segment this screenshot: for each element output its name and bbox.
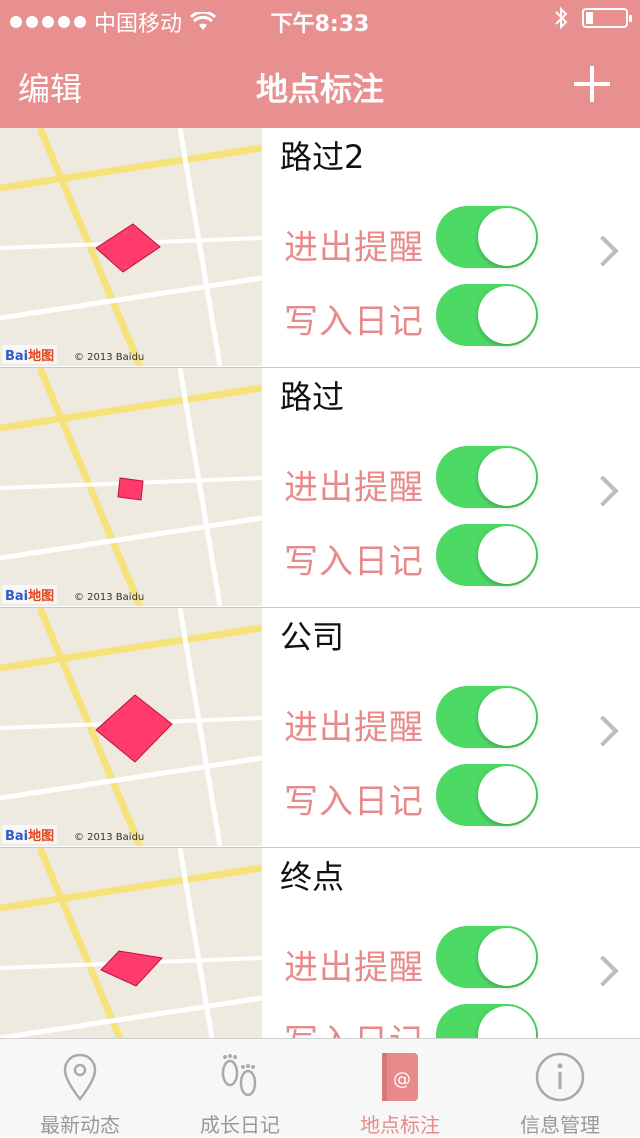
diary-toggle[interactable] bbox=[436, 284, 538, 346]
svg-text:@: @ bbox=[393, 1069, 411, 1090]
footprints-icon bbox=[221, 1054, 257, 1097]
baidu-logo: Bai地图 bbox=[2, 585, 58, 604]
tab-label: 信息管理 bbox=[520, 1113, 600, 1137]
toggle-knob bbox=[478, 208, 536, 266]
toggle-knob bbox=[478, 286, 536, 344]
diary-toggle[interactable] bbox=[436, 764, 538, 826]
tab-latest[interactable]: 最新动态 bbox=[0, 1039, 160, 1137]
at-book-icon: @ bbox=[382, 1053, 418, 1101]
map-thumbnail: Bai地图 © 2013 Baidu bbox=[0, 608, 262, 846]
map-thumbnail: Bai地图 © 2013 Baidu bbox=[0, 368, 262, 606]
reminder-toggle[interactable] bbox=[436, 686, 538, 748]
map-copyright: © 2013 Baidu bbox=[74, 352, 145, 363]
diary-toggle[interactable] bbox=[436, 524, 538, 586]
map-copyright: © 2013 Baidu bbox=[74, 592, 145, 603]
toggle-knob bbox=[478, 1006, 536, 1038]
reminder-label: 进出提醒 bbox=[284, 708, 424, 748]
location-row[interactable]: Bai地图 © 2013 Baidu 公司 进出提醒 写入日记 bbox=[0, 608, 640, 848]
toggle-knob bbox=[478, 526, 536, 584]
location-row[interactable]: Bai地图 © 2013 Baidu 终点 进出提醒 写入日记 bbox=[0, 848, 640, 1038]
toggle-knob bbox=[478, 928, 536, 986]
tab-diary[interactable]: 成长日记 bbox=[160, 1039, 320, 1137]
map-graphic bbox=[0, 608, 262, 846]
map-graphic bbox=[0, 128, 262, 366]
chevron-right-icon[interactable] bbox=[587, 235, 619, 267]
tab-info[interactable]: 信息管理 bbox=[480, 1039, 640, 1137]
toggle-knob bbox=[478, 688, 536, 746]
chevron-right-icon[interactable] bbox=[587, 715, 619, 747]
toggle-knob bbox=[478, 766, 536, 824]
location-row[interactable]: Bai地图 © 2013 Baidu 路过2 进出提醒 写入日记 bbox=[0, 128, 640, 368]
map-thumbnail: Bai地图 © 2013 Baidu bbox=[0, 128, 262, 366]
battery-icon bbox=[582, 8, 632, 28]
tab-label: 成长日记 bbox=[200, 1113, 280, 1137]
map-graphic bbox=[0, 368, 262, 606]
chevron-right-icon[interactable] bbox=[587, 475, 619, 507]
status-time: 下午8:33 bbox=[270, 12, 370, 37]
diary-label: 写入日记 bbox=[284, 302, 424, 342]
map-thumbnail: Bai地图 © 2013 Baidu bbox=[0, 848, 262, 1038]
diary-label: 写入日记 bbox=[284, 782, 424, 822]
diary-label: 写入日记 bbox=[284, 1014, 424, 1038]
location-name: 终点 bbox=[280, 858, 345, 896]
reminder-label: 进出提醒 bbox=[284, 948, 424, 988]
reminder-toggle[interactable] bbox=[436, 206, 538, 268]
tab-locations[interactable]: @ 地点标注 bbox=[320, 1039, 480, 1137]
status-right bbox=[554, 6, 632, 30]
tab-bar: 最新动态 成长日记 @ 地点标注 信息管理 bbox=[0, 1038, 640, 1137]
location-list: Bai地图 © 2013 Baidu 路过2 进出提醒 写入日记 Bai地图 ©… bbox=[0, 128, 640, 1038]
baidu-logo: Bai地图 bbox=[2, 345, 58, 364]
reminder-label: 进出提醒 bbox=[284, 468, 424, 508]
baidu-logo: Bai地图 bbox=[2, 825, 58, 844]
chevron-right-icon[interactable] bbox=[587, 955, 619, 987]
map-copyright: © 2013 Baidu bbox=[74, 832, 145, 843]
reminder-toggle[interactable] bbox=[436, 926, 538, 988]
location-name: 路过2 bbox=[280, 138, 365, 176]
toggle-knob bbox=[478, 448, 536, 506]
tab-label: 地点标注 bbox=[360, 1113, 440, 1137]
diary-toggle[interactable] bbox=[436, 1004, 538, 1038]
add-icon[interactable] bbox=[574, 66, 610, 102]
reminder-label: 进出提醒 bbox=[284, 228, 424, 268]
navigation-bar: 编辑 地点标注 bbox=[0, 40, 640, 128]
page-title: 地点标注 bbox=[255, 70, 384, 108]
reminder-toggle[interactable] bbox=[436, 446, 538, 508]
location-name: 公司 bbox=[280, 618, 345, 656]
diary-label: 写入日记 bbox=[284, 542, 424, 582]
top-bar: 中国移动 下午8:33 编辑 地点标注 bbox=[0, 0, 640, 128]
location-pin-icon bbox=[63, 1053, 97, 1101]
location-row[interactable]: Bai地图 © 2013 Baidu 路过 进出提醒 写入日记 bbox=[0, 368, 640, 608]
info-icon bbox=[535, 1052, 585, 1102]
location-name: 路过 bbox=[280, 378, 345, 416]
tab-label: 最新动态 bbox=[40, 1113, 120, 1137]
bluetooth-icon bbox=[555, 6, 568, 30]
map-graphic bbox=[0, 848, 262, 1038]
status-bar: 中国移动 下午8:33 bbox=[0, 0, 640, 40]
